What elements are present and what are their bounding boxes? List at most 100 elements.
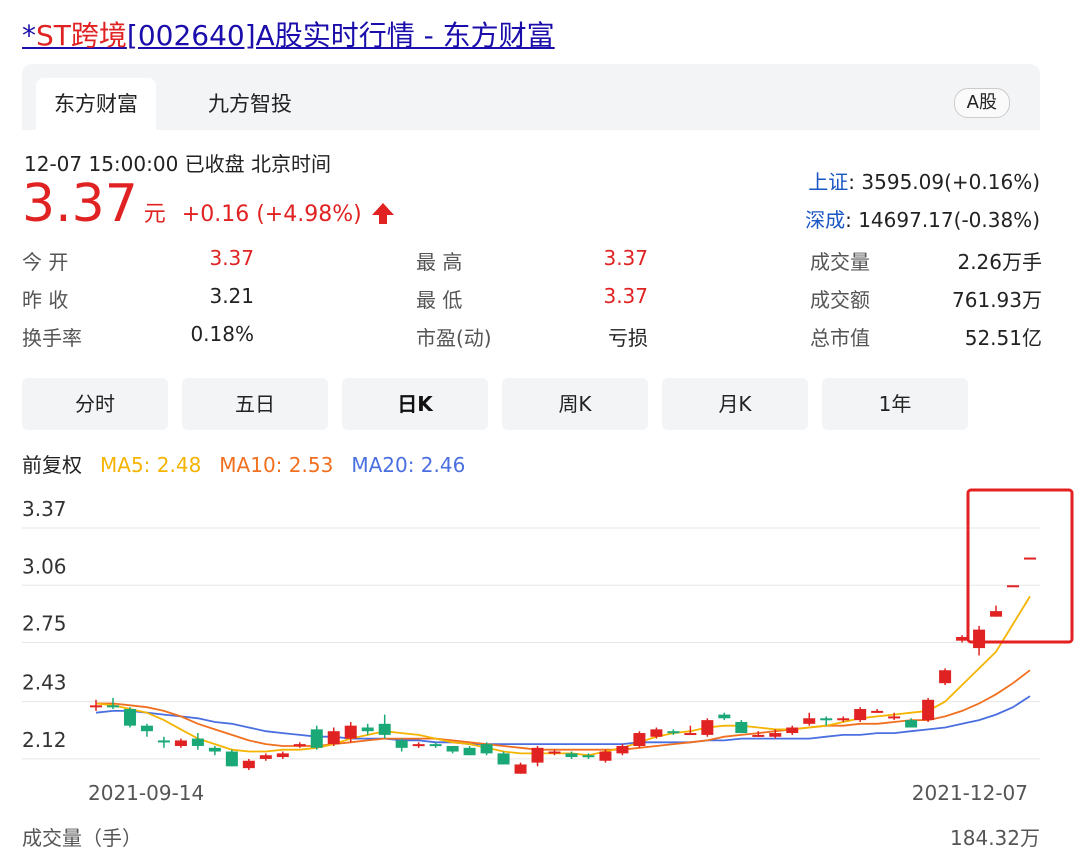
stat-label: 总市值 <box>810 326 870 350</box>
period-selector: 分时 五日 日K 周K 月K 1年 <box>22 378 1022 430</box>
stat-label: 市盈(动) <box>416 326 492 350</box>
candle <box>1024 557 1036 560</box>
index-shanghai: 上证: 3595.09(+0.16%) <box>808 166 1040 195</box>
tab-eastmoney[interactable]: 东方财富 <box>36 78 156 130</box>
source-tabbar: 东方财富 九方智投 A股 <box>22 64 1040 130</box>
index-shanghai-name[interactable]: 上证 <box>808 170 848 194</box>
candle <box>293 742 306 748</box>
candle <box>871 709 884 713</box>
chart-grid: 3.37 3.06 2.75 2.43 2.12 <box>22 497 1040 760</box>
candle <box>378 714 391 739</box>
y-axis-tick-label: 3.37 <box>22 497 67 521</box>
ma10-line <box>96 669 1031 751</box>
y-axis-tick-label: 2.43 <box>22 671 67 695</box>
highlight-box <box>966 488 1074 644</box>
volume-label: 成交量（手） <box>22 826 142 850</box>
stat-value: 52.51亿 <box>964 326 1042 350</box>
index-shanghai-value: : 3595.09(+0.16%) <box>848 170 1040 194</box>
stat-value: 2.26万手 <box>957 250 1042 274</box>
market-badge: A股 <box>953 88 1010 118</box>
stat-label: 今 开 <box>22 250 69 274</box>
stat-label: 成交额 <box>810 288 870 312</box>
ma5-line <box>95 595 1031 757</box>
ma-lines <box>95 595 1031 757</box>
candle <box>701 718 714 737</box>
candle <box>633 731 646 748</box>
stats-row: 今 开 3.37 最 高 3.37 成交量 2.26万手 <box>22 246 1042 284</box>
page-title-link[interactable]: *ST跨境[002640]A股实时行情 - 东方财富 <box>22 14 555 54</box>
candle <box>208 745 221 756</box>
title-stock-name: ST跨境 <box>36 19 127 52</box>
candle <box>990 605 1003 617</box>
candle <box>310 725 323 750</box>
kline-chart[interactable]: 3.37 3.06 2.75 2.43 2.12 2021-09-14 2021-12-… <box>0 484 1080 814</box>
candle <box>259 753 272 761</box>
trade-status: 12-07 15:00:00 已收盘 北京时间 <box>24 152 332 176</box>
candle <box>123 707 136 728</box>
candle <box>531 745 544 767</box>
current-price: 3.37 <box>22 174 138 234</box>
period-button-monthly-k[interactable]: 月K <box>662 378 808 430</box>
up-arrow-icon <box>371 203 394 224</box>
period-button-minute[interactable]: 分时 <box>22 378 168 430</box>
candle <box>225 749 238 767</box>
price-block: 3.37 元 +0.16 (+4.98%) <box>22 174 394 234</box>
candle <box>480 742 493 756</box>
period-button-weekly-k[interactable]: 周K <box>502 378 648 430</box>
period-button-5day[interactable]: 五日 <box>182 378 328 430</box>
period-button-1year[interactable]: 1年 <box>822 378 968 430</box>
candle <box>497 751 510 765</box>
tab-jiufang[interactable]: 九方智投 <box>190 78 310 130</box>
candles <box>90 557 1036 774</box>
candle <box>1007 585 1020 588</box>
candle <box>718 712 731 721</box>
candle <box>463 745 476 756</box>
stats-row: 换手率 0.18% 市盈(动) 亏损 总市值 52.51亿 <box>22 322 1042 360</box>
stats-grid: 今 开 3.37 最 高 3.37 成交量 2.26万手 昨 收 3.21 最 … <box>22 246 1042 360</box>
candle <box>242 758 255 770</box>
adjust-label: 前复权 <box>22 453 82 477</box>
y-axis-tick-label: 2.75 <box>22 612 67 636</box>
title-prefix: * <box>22 19 36 52</box>
volume-max: 184.32万 <box>950 826 1040 850</box>
candle <box>276 751 289 759</box>
stats-row: 昨 收 3.21 最 低 3.37 成交额 761.93万 <box>22 284 1042 322</box>
index-shenzhen: 深成: 14697.17(-0.38%) <box>805 204 1040 233</box>
price-unit: 元 <box>143 202 166 227</box>
ma20-legend: MA20: 2.46 <box>351 453 466 477</box>
stat-value: 3.37 <box>209 246 254 270</box>
title-rest: [002640]A股实时行情 - 东方财富 <box>126 19 555 52</box>
ma10-legend: MA10: 2.53 <box>219 453 334 477</box>
stat-label: 最 高 <box>416 250 463 274</box>
candle <box>599 749 612 763</box>
stat-value: 0.18% <box>190 322 254 346</box>
candle <box>650 727 663 739</box>
ma-legend: 前复权 MA5: 2.48 MA10: 2.53 MA20: 2.46 <box>22 449 483 478</box>
candle <box>854 707 867 722</box>
candle <box>446 745 459 754</box>
candle <box>786 725 799 735</box>
candle <box>803 712 816 726</box>
candle <box>395 738 408 752</box>
price-change: +0.16 (+4.98%) <box>181 202 362 227</box>
stat-value: 亏损 <box>608 326 648 350</box>
y-axis-tick-label: 2.12 <box>22 728 67 752</box>
candle <box>412 742 425 748</box>
index-shenzhen-name[interactable]: 深成 <box>805 208 845 232</box>
y-axis-tick-label: 3.06 <box>22 554 67 578</box>
index-shenzhen-value: : 14697.17(-0.38%) <box>845 208 1040 232</box>
candle <box>140 723 153 737</box>
candle <box>157 736 170 748</box>
stat-value: 761.93万 <box>952 288 1042 312</box>
stat-label: 最 低 <box>416 288 463 312</box>
candle <box>174 738 187 748</box>
x-axis-label: 2021-12-07 <box>912 781 1028 805</box>
candle <box>922 697 935 722</box>
candle <box>956 635 969 643</box>
stat-label: 昨 收 <box>22 288 69 312</box>
period-button-daily-k[interactable]: 日K <box>342 378 488 430</box>
candle <box>939 668 952 686</box>
stat-label: 换手率 <box>22 326 82 350</box>
x-axis-label: 2021-09-14 <box>88 781 204 805</box>
candle <box>735 720 748 734</box>
